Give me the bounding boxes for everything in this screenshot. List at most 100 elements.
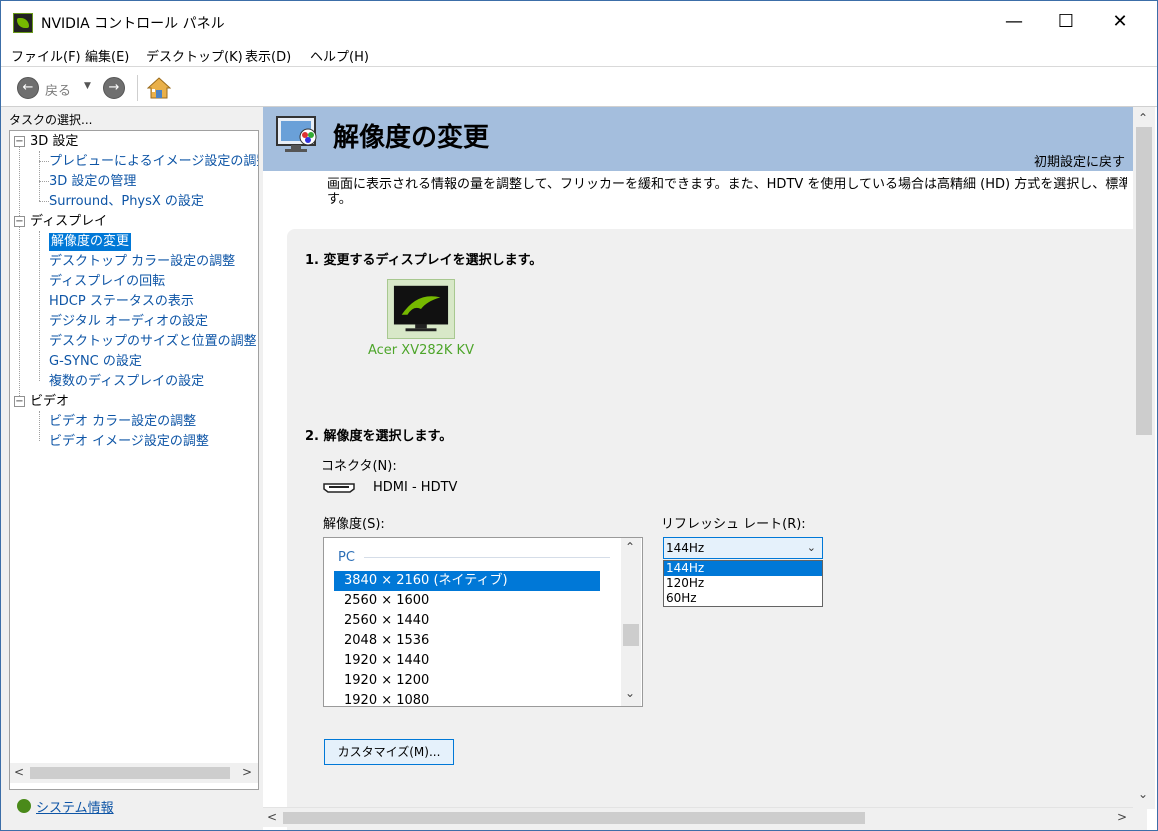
connector-label: コネクタ(N):: [321, 459, 397, 474]
tree-item-hdcp-status[interactable]: HDCP ステータスの表示: [49, 293, 194, 311]
customize-button[interactable]: カスタマイズ(M)...: [324, 739, 454, 765]
nvidia-control-panel-window: NVIDIA コントロール パネル — ☐ ✕ ファイル(F) 編集(E) デス…: [0, 0, 1158, 831]
system-info-label[interactable]: システム情報: [36, 797, 114, 816]
tree-item-video-image[interactable]: ビデオ イメージ設定の調整: [49, 433, 209, 451]
task-tree: − 3D 設定 プレビューによるイメージ設定の調整 3D 設定の管理 Surro…: [9, 130, 259, 790]
resolution-item[interactable]: 2048 × 1536: [334, 631, 600, 651]
resolution-item[interactable]: 1920 × 1200: [334, 671, 600, 691]
window-title: NVIDIA コントロール パネル: [41, 16, 225, 32]
content-vscrollbar[interactable]: ⌃ ⌄: [1133, 107, 1155, 809]
refresh-rate-label: リフレッシュ レート(R):: [661, 517, 806, 532]
content-hscrollbar[interactable]: < >: [263, 807, 1133, 827]
restore-defaults-link[interactable]: 初期設定に戻す: [1034, 151, 1125, 170]
tree-line: [39, 151, 40, 201]
tree-item-video-color[interactable]: ビデオ カラー設定の調整: [49, 413, 196, 431]
tree-item-desktop-color[interactable]: デスクトップ カラー設定の調整: [49, 253, 235, 271]
back-icon[interactable]: ←: [17, 77, 39, 99]
tree-line: [39, 411, 40, 441]
resolution-item[interactable]: 2560 × 1440: [334, 611, 600, 631]
display-tile[interactable]: [387, 279, 455, 339]
scroll-right-icon[interactable]: >: [242, 765, 252, 779]
home-icon[interactable]: [147, 76, 171, 100]
history-dropdown-icon[interactable]: ▼: [84, 81, 91, 91]
display-settings-icon: [276, 116, 317, 152]
forward-icon[interactable]: →: [103, 77, 125, 99]
tree-hscroll-thumb[interactable]: [30, 767, 230, 779]
tree-item-multiple-displays[interactable]: 複数のディスプレイの設定: [49, 373, 204, 391]
menu-edit[interactable]: 編集(E): [85, 46, 129, 65]
tree-category-display[interactable]: ディスプレイ: [30, 213, 107, 231]
close-button[interactable]: ✕: [1095, 1, 1145, 43]
tree-line: [39, 231, 40, 381]
task-pane-caption: タスクの選択...: [9, 113, 93, 127]
resolution-label: 解像度(S):: [323, 517, 385, 532]
menu-desktop[interactable]: デスクトップ(K): [146, 46, 243, 65]
back-button-label[interactable]: 戻る: [45, 80, 71, 99]
collapse-3d-icon[interactable]: −: [14, 136, 25, 147]
tree-item-digital-audio[interactable]: デジタル オーディオの設定: [49, 313, 208, 331]
scroll-left-icon[interactable]: <: [267, 810, 277, 824]
scroll-right-icon[interactable]: >: [1117, 810, 1127, 824]
display-name[interactable]: Acer XV282K KV: [368, 343, 474, 358]
tree-category-video[interactable]: ビデオ: [30, 393, 69, 411]
resolution-item[interactable]: 1920 × 1080: [334, 691, 600, 706]
maximize-button[interactable]: ☐: [1041, 1, 1091, 43]
refresh-rate-select[interactable]: 144Hz ⌄: [663, 537, 823, 559]
resolution-item[interactable]: 3840 × 2160 (ネイティブ): [334, 571, 600, 591]
tree-item-desktop-size-position[interactable]: デスクトップのサイズと位置の調整: [49, 333, 257, 351]
description-line-1: 画面に表示される情報の量を調整して、フリッカーを緩和できます。また、HDTV を…: [327, 177, 1127, 192]
task-pane: タスクの選択... − 3D 設定 プレビューによるイメージ設定の調整 3D 設…: [1, 107, 261, 830]
scroll-up-icon[interactable]: ⌃: [1138, 111, 1148, 125]
nvidia-app-icon: [13, 13, 33, 33]
refresh-option[interactable]: 120Hz: [664, 576, 822, 591]
tree-item-change-resolution[interactable]: 解像度の変更: [49, 233, 132, 251]
step1-heading: 1. 変更するディスプレイを選択します。: [305, 253, 543, 268]
tree-item-surround-physx[interactable]: Surround、PhysX の設定: [49, 193, 204, 211]
monitor-icon: [393, 285, 449, 332]
resolution-list-scrollbar[interactable]: ⌃ ⌄: [621, 538, 641, 706]
scroll-up-icon[interactable]: ⌃: [625, 540, 635, 554]
minimize-button[interactable]: —: [989, 1, 1039, 43]
tree-hscrollbar[interactable]: < >: [10, 763, 258, 783]
page-description: 画面に表示される情報の量を調整して、フリッカーを緩和できます。また、HDTV を…: [327, 177, 1127, 207]
toolbar: ← 戻る ▼ →: [1, 67, 1157, 107]
collapse-video-icon[interactable]: −: [14, 396, 25, 407]
refresh-option[interactable]: 144Hz: [664, 561, 822, 576]
page-title: 解像度の変更: [333, 123, 490, 153]
tree-item-gsync[interactable]: G-SYNC の設定: [49, 353, 142, 371]
page-header: 解像度の変更 初期設定に戻す: [263, 107, 1133, 171]
settings-panel: 1. 変更するディスプレイを選択します。 Acer XV282K KV 2. 解…: [287, 229, 1147, 830]
step2-heading: 2. 解像度を選択します。: [305, 429, 453, 444]
content-vscroll-thumb[interactable]: [1136, 127, 1152, 435]
hdmi-icon: [323, 483, 355, 493]
tree-line: [39, 201, 49, 202]
toolbar-separator: [137, 75, 138, 101]
scroll-down-icon[interactable]: ⌄: [625, 686, 635, 700]
chevron-down-icon[interactable]: ⌄: [807, 538, 816, 558]
resolution-list[interactable]: PC 3840 × 2160 (ネイティブ) 2560 × 1600 2560 …: [323, 537, 643, 707]
connector-value: HDMI - HDTV: [373, 480, 458, 495]
tree-item-preview-image-settings[interactable]: プレビューによるイメージ設定の調整: [49, 153, 258, 171]
menu-bar: ファイル(F) 編集(E) デスクトップ(K) 表示(D) ヘルプ(H): [1, 43, 1157, 67]
menu-file[interactable]: ファイル(F): [11, 46, 81, 65]
tree-line: [39, 181, 49, 182]
menu-help[interactable]: ヘルプ(H): [310, 46, 369, 65]
scroll-left-icon[interactable]: <: [14, 765, 24, 779]
resolution-item[interactable]: 2560 × 1600: [334, 591, 600, 611]
menu-view[interactable]: 表示(D): [245, 46, 291, 65]
resolution-item[interactable]: 1920 × 1440: [334, 651, 600, 671]
tree-line: [19, 144, 20, 404]
refresh-option[interactable]: 60Hz: [664, 591, 822, 606]
refresh-rate-value: 144Hz: [666, 541, 705, 555]
tree-item-manage-3d-settings[interactable]: 3D 設定の管理: [49, 173, 136, 191]
content-hscroll-thumb[interactable]: [283, 812, 865, 824]
tree-item-rotate-display[interactable]: ディスプレイの回転: [49, 273, 165, 291]
scroll-down-icon[interactable]: ⌄: [1138, 787, 1148, 801]
collapse-display-icon[interactable]: −: [14, 216, 25, 227]
group-divider: [364, 557, 610, 558]
tree-category-3d-settings[interactable]: 3D 設定: [30, 133, 78, 151]
refresh-rate-dropdown[interactable]: 144Hz 120Hz 60Hz: [663, 560, 823, 607]
resolution-group-pc: PC: [338, 550, 355, 565]
resolution-scroll-thumb[interactable]: [623, 624, 639, 646]
content-pane: 解像度の変更 初期設定に戻す 画面に表示される情報の量を調整して、フリッカーを緩…: [263, 107, 1157, 830]
